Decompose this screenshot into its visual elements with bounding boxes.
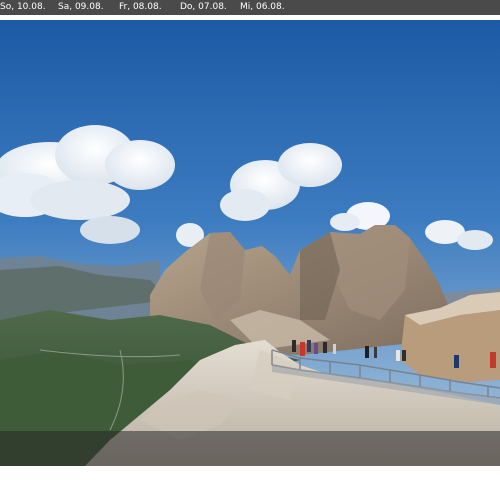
webcam-image[interactable]	[0, 20, 500, 466]
date-tab-sat-09-08[interactable]: Sa, 09.08.	[58, 0, 104, 15]
date-tab-bar: So, 10.08. Sa, 09.08. Fr, 08.08. Do, 07.…	[0, 0, 500, 15]
date-tab-thu-07-08[interactable]: Do, 07.08.	[180, 0, 227, 15]
date-tab-wed-06-08[interactable]: Mi, 06.08.	[240, 0, 285, 15]
date-tab-sun-10-08[interactable]: So, 10.08.	[0, 0, 46, 15]
image-overlay-strip	[0, 431, 500, 466]
date-tab-fri-08-08[interactable]: Fr, 08.08.	[119, 0, 162, 15]
page-background	[0, 466, 500, 500]
